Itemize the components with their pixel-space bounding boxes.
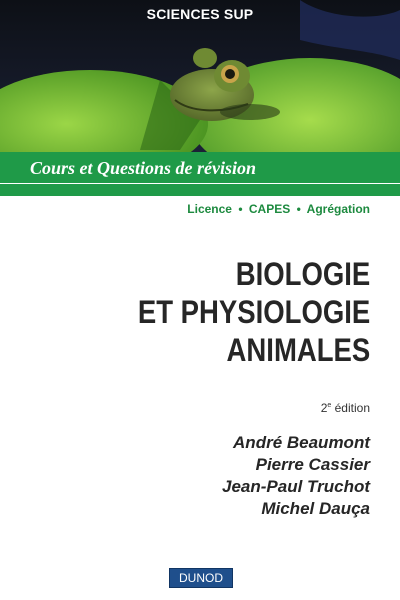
level-separator: • — [296, 202, 301, 216]
author-name: André Beaumont — [233, 433, 370, 452]
levels-line: Licence • CAPES • Agrégation — [187, 202, 370, 216]
book-title: BIOLOGIE ET PHYSIOLOGIE ANIMALES — [138, 255, 370, 369]
author-list: André Beaumont Pierre Cassier Jean-Paul … — [222, 432, 370, 520]
title-line: ET PHYSIOLOGIE — [137, 294, 370, 330]
author-name: Jean-Paul Truchot — [222, 477, 370, 496]
author-name: Pierre Cassier — [255, 455, 370, 474]
level-licence: Licence — [187, 202, 232, 216]
edition-word: édition — [334, 401, 370, 415]
title-line: BIOLOGIE — [235, 256, 370, 292]
author-name: Michel Dauça — [261, 499, 370, 518]
frog-photo: SCIENCES SUP — [0, 0, 400, 160]
level-capes: CAPES — [248, 202, 291, 216]
book-cover: SCIENCES SUP Cours et Questions de révis… — [0, 0, 400, 600]
edition-label: 2e édition — [321, 401, 370, 415]
edition-suffix: e — [327, 402, 332, 409]
collection-title: Cours et Questions de révision — [30, 158, 269, 179]
level-separator: • — [238, 202, 243, 216]
band-divider-line — [0, 183, 400, 184]
frog-lily-pad-illustration — [0, 0, 400, 160]
title-line: ANIMALES — [226, 332, 370, 368]
level-agregation: Agrégation — [306, 202, 370, 216]
publisher-logo: DUNOD — [169, 568, 233, 588]
series-label: SCIENCES SUP — [146, 6, 254, 22]
